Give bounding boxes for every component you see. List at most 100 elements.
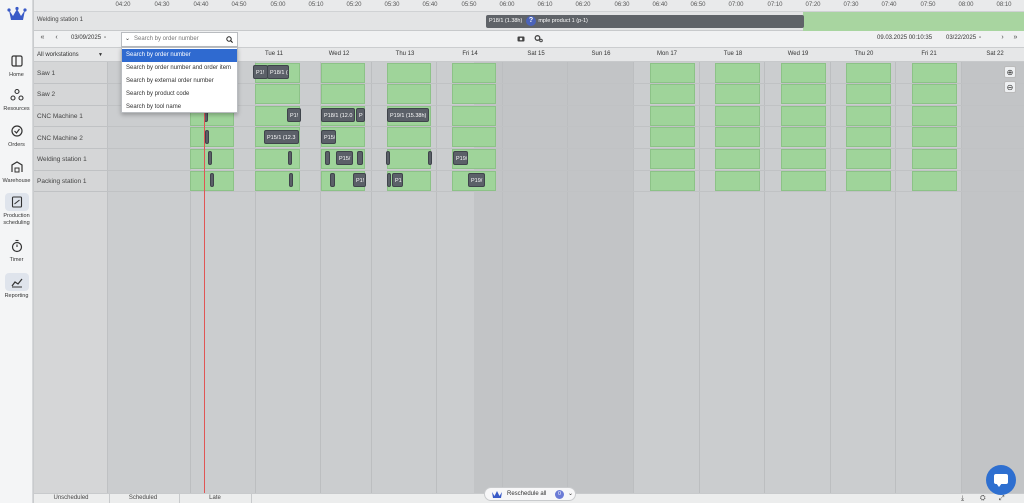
zoomed-row: Welding station 1 P18/1 (1.38h) mple prod… xyxy=(34,12,1024,31)
time-tick: 04:40 xyxy=(193,2,209,8)
job-bar[interactable] xyxy=(210,173,214,187)
search-option-product-code[interactable]: Search by product code xyxy=(122,88,237,101)
available-slot xyxy=(846,63,891,83)
job-bar[interactable] xyxy=(387,173,391,187)
available-slot xyxy=(846,149,891,169)
time-tick: 07:20 xyxy=(805,2,821,8)
job-bar[interactable] xyxy=(289,173,293,187)
nav-resources[interactable]: Resources xyxy=(0,86,33,113)
nav-production-scheduling[interactable]: Production scheduling xyxy=(0,193,33,227)
search-option-tool-name[interactable]: Search by tool name xyxy=(122,101,237,114)
chevron-down-icon: ▼ xyxy=(98,52,103,58)
job-bar[interactable]: P19/1 (15.38h) xyxy=(387,108,429,122)
crown-logo[interactable] xyxy=(7,6,27,22)
search-icon[interactable] xyxy=(226,36,233,43)
settings-icon[interactable] xyxy=(534,34,543,43)
job-bar[interactable]: P18/1 ( xyxy=(267,65,289,79)
collapse-icon[interactable]: ⤓ xyxy=(961,495,964,503)
prev-button[interactable]: ‹ xyxy=(51,34,62,41)
nav-warehouse-label: Warehouse xyxy=(2,178,31,184)
day-label: Tue 18 xyxy=(723,51,743,57)
end-date-value: 03/22/2025 xyxy=(946,35,977,41)
job-bar[interactable] xyxy=(205,130,209,144)
available-slot xyxy=(846,106,891,126)
nav-orders[interactable]: Orders xyxy=(0,122,33,149)
job-bar[interactable] xyxy=(330,173,335,187)
orders-icon xyxy=(10,125,23,137)
available-slot xyxy=(715,63,760,83)
nav-reporting-label: Reporting xyxy=(4,293,29,299)
job-bar[interactable]: P19/ xyxy=(468,173,485,187)
zoom-out-button[interactable]: ⊖ xyxy=(1004,81,1016,93)
job-bar[interactable]: P15/ xyxy=(321,130,336,144)
time-tick: 06:30 xyxy=(614,2,630,8)
last-page-button[interactable]: » xyxy=(1010,34,1021,41)
available-slot xyxy=(781,106,826,126)
reschedule-all-button[interactable]: Reschedule all 0 ⌄ xyxy=(484,487,576,501)
available-slot xyxy=(846,171,891,191)
tab-unscheduled[interactable]: Unscheduled xyxy=(53,495,88,501)
job-bar[interactable] xyxy=(428,151,432,165)
nav-home[interactable]: Home xyxy=(0,52,33,79)
available-slot xyxy=(781,127,826,147)
nav-timer[interactable]: Timer xyxy=(0,237,33,264)
tab-scheduled[interactable]: Scheduled xyxy=(129,495,157,501)
job-bar[interactable]: P1 xyxy=(392,173,403,187)
job-bar[interactable]: P xyxy=(356,108,365,122)
end-date-field[interactable]: 03/22/2025 ▫ xyxy=(946,35,981,41)
warehouse-icon xyxy=(10,161,23,173)
search-option-order-item[interactable]: Search by order number and order item xyxy=(122,62,237,75)
available-slot xyxy=(190,149,234,169)
start-date-value: 03/09/2025 xyxy=(71,35,102,41)
job-bar[interactable]: P15/1 (12.3 xyxy=(264,130,299,144)
search-input[interactable]: ⌄ Search by order number xyxy=(121,32,238,47)
available-slot xyxy=(912,63,957,83)
chevron-down-icon[interactable]: ⌄ xyxy=(568,488,573,500)
tab-divider xyxy=(109,494,110,503)
job-bar[interactable]: P1! xyxy=(253,65,268,79)
nav-warehouse[interactable]: Warehouse xyxy=(0,158,33,185)
available-slot xyxy=(387,127,431,147)
fullscreen-icon[interactable]: ⤢ xyxy=(999,495,1005,503)
first-page-button[interactable]: « xyxy=(37,34,48,41)
job-bar[interactable] xyxy=(357,151,363,165)
job-bar[interactable]: P18/1 (12.0 xyxy=(321,108,355,122)
time-tick: 05:20 xyxy=(346,2,362,8)
zoom-in-button[interactable]: ⊕ xyxy=(1004,66,1016,78)
row-label: CNC Machine 2 xyxy=(37,135,83,142)
time-tick: 07:50 xyxy=(920,2,936,8)
filter-icon[interactable]: ⛭ xyxy=(980,495,986,503)
timer-icon xyxy=(11,239,22,253)
job-bar[interactable]: P1! xyxy=(353,173,366,187)
job-bar[interactable]: P1! xyxy=(287,108,301,122)
available-slot xyxy=(650,84,695,104)
available-slot xyxy=(912,84,957,104)
camera-icon[interactable] xyxy=(517,35,525,42)
zoomed-row-label: Welding station 1 xyxy=(37,17,83,23)
day-label: Mon 17 xyxy=(656,51,678,57)
available-slot xyxy=(255,171,300,191)
calendar-icon: ▫ xyxy=(979,35,982,41)
workstation-filter[interactable]: All workstations ▼ xyxy=(35,49,106,61)
chat-icon xyxy=(996,483,1002,487)
time-tick: 08:10 xyxy=(996,2,1012,8)
job-bar[interactable] xyxy=(208,151,212,165)
job-bar[interactable]: P15/ xyxy=(336,151,353,165)
search-option-order-number[interactable]: Search by order number xyxy=(122,49,237,62)
job-bar[interactable]: P19/ xyxy=(453,151,468,165)
available-slot xyxy=(452,63,496,83)
chat-button[interactable] xyxy=(986,465,1016,495)
available-slot xyxy=(781,63,826,83)
start-date-field[interactable]: 03/09/2025 ▫ xyxy=(71,35,106,41)
job-bar[interactable] xyxy=(288,151,292,165)
job-bar[interactable] xyxy=(325,151,330,165)
available-slot xyxy=(255,84,300,104)
schedule-grid: Saw 1 Saw 2 CNC Machine 1 CNC Machine 2 … xyxy=(34,62,1024,493)
job-bar[interactable] xyxy=(386,151,390,165)
tab-late[interactable]: Late xyxy=(209,495,221,501)
next-button[interactable]: › xyxy=(997,34,1008,41)
search-option-external-order[interactable]: Search by external order number xyxy=(122,75,237,88)
help-icon[interactable]: ? xyxy=(526,16,536,26)
nav-reporting[interactable]: Reporting xyxy=(0,273,33,300)
time-tick: 06:50 xyxy=(690,2,706,8)
